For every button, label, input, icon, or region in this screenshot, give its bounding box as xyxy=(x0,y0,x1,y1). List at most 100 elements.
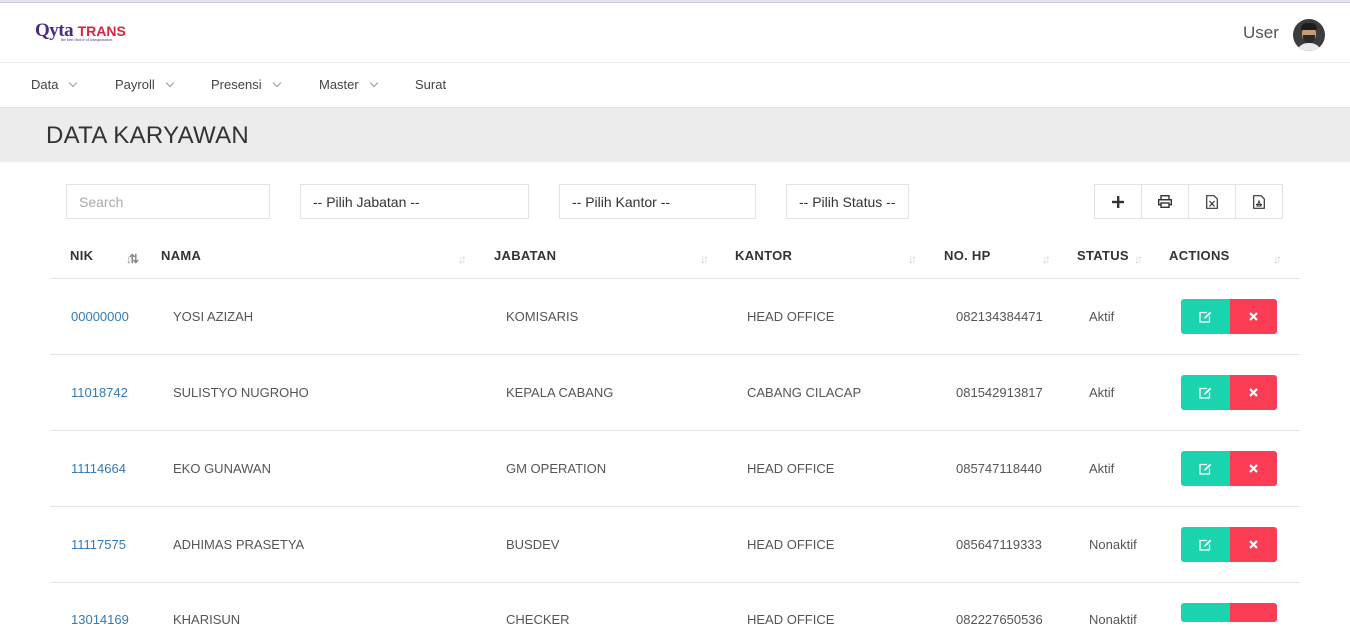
column-header-kantor[interactable]: KANTOR xyxy=(735,248,792,263)
nav-item-payroll[interactable]: Payroll xyxy=(115,77,174,92)
user-avatar[interactable] xyxy=(1293,19,1325,51)
edit-button[interactable] xyxy=(1181,527,1230,562)
kantor-select[interactable]: -- Pilih Kantor -- xyxy=(559,184,756,219)
sort-icon[interactable]: ↓↑ xyxy=(1273,252,1282,266)
nik-link[interactable]: 13014169 xyxy=(71,612,129,627)
jabatan-cell: GM OPERATION xyxy=(506,461,607,476)
delete-button[interactable] xyxy=(1230,527,1277,562)
column-header-nik[interactable]: NIK xyxy=(70,248,93,263)
kantor-cell: HEAD OFFICE xyxy=(747,309,835,324)
edit-icon xyxy=(1199,387,1212,399)
jabatan-cell: BUSDEV xyxy=(506,537,560,552)
status-cell: Nonaktif xyxy=(1089,537,1137,552)
column-header-status[interactable]: STATUS xyxy=(1077,248,1129,263)
hp-cell: 081542913817 xyxy=(956,385,1043,400)
hp-cell: 085647119333 xyxy=(956,537,1042,552)
status-cell: Aktif xyxy=(1089,385,1115,400)
chevron-down-icon xyxy=(369,78,378,88)
plus-icon xyxy=(1112,195,1124,208)
delete-button[interactable] xyxy=(1230,451,1277,486)
kantor-cell: CABANG CILACAP xyxy=(747,385,862,400)
nav-item-presensi[interactable]: Presensi xyxy=(211,77,281,92)
sort-icon[interactable]: ↓↑ xyxy=(458,252,467,266)
sort-icon[interactable]: ↓↑ xyxy=(700,252,709,266)
column-header-nama[interactable]: NAMA xyxy=(161,248,201,263)
kantor-cell: HEAD OFFICE xyxy=(747,537,835,552)
table-toolbar xyxy=(1094,184,1283,219)
sort-asc-icon[interactable]: ↓⇅ xyxy=(126,252,139,266)
page-title: DATA KARYAWAN xyxy=(46,122,250,149)
jabatan-cell: KEPALA CABANG xyxy=(506,385,614,400)
edit-icon xyxy=(1199,539,1212,551)
sort-icon[interactable]: ↓↑ xyxy=(1134,252,1143,266)
status-select[interactable]: -- Pilih Status -- xyxy=(786,184,909,219)
jabatan-cell: CHECKER xyxy=(506,612,570,627)
status-cell: Aktif xyxy=(1089,309,1115,324)
nav-item-label: Data xyxy=(31,77,59,92)
nama-cell: EKO GUNAWAN xyxy=(173,461,271,476)
nav-item-label: Payroll xyxy=(115,77,155,92)
add-button[interactable] xyxy=(1094,184,1142,219)
nav-item-label: Surat xyxy=(415,77,447,92)
column-header-jabatan[interactable]: JABATAN xyxy=(494,248,556,263)
row-divider xyxy=(50,354,1300,355)
print-button[interactable] xyxy=(1141,184,1189,219)
delete-button[interactable] xyxy=(1230,603,1277,622)
hp-cell: 085747118440 xyxy=(956,461,1042,476)
close-icon xyxy=(1249,388,1258,397)
nik-link[interactable]: 11117575 xyxy=(71,537,126,552)
close-icon xyxy=(1249,312,1258,321)
status-cell: Aktif xyxy=(1089,461,1115,476)
nik-link[interactable]: 11018742 xyxy=(71,385,128,400)
brand-tagline: the best choice of transportation xyxy=(61,37,113,42)
hp-cell: 082227650536 xyxy=(956,612,1043,627)
row-divider xyxy=(50,506,1300,507)
edit-icon xyxy=(1199,311,1212,323)
app-header: Qyta TRANS the best choice of transporta… xyxy=(0,3,1350,63)
main-nav: Data Payroll Presensi Master Surat xyxy=(0,63,1350,108)
user-menu-label[interactable]: User xyxy=(1243,23,1279,43)
kantor-cell: HEAD OFFICE xyxy=(747,612,835,627)
nik-link[interactable]: 11114664 xyxy=(71,461,126,476)
sort-icon[interactable]: ↓↑ xyxy=(1042,252,1051,266)
hp-cell: 082134384471 xyxy=(956,309,1043,324)
edit-button[interactable] xyxy=(1181,375,1230,410)
kantor-cell: HEAD OFFICE xyxy=(747,461,835,476)
close-icon xyxy=(1249,464,1258,473)
search-input[interactable]: Search xyxy=(66,184,270,219)
sort-icon[interactable]: ↓↑ xyxy=(908,252,917,266)
column-header-actions[interactable]: ACTIONS xyxy=(1169,248,1230,263)
print-icon xyxy=(1158,195,1172,208)
row-divider xyxy=(50,582,1300,583)
edit-button[interactable] xyxy=(1181,299,1230,334)
jabatan-cell: KOMISARIS xyxy=(506,309,579,324)
edit-button[interactable] xyxy=(1181,451,1230,486)
status-cell: Nonaktif xyxy=(1089,612,1137,627)
chevron-down-icon xyxy=(272,78,281,88)
pdf-icon xyxy=(1253,194,1265,209)
nik-link[interactable]: 00000000 xyxy=(71,309,129,324)
delete-button[interactable] xyxy=(1230,375,1277,410)
close-icon xyxy=(1249,540,1258,549)
excel-icon xyxy=(1206,194,1218,209)
page-header: DATA KARYAWAN xyxy=(0,108,1350,162)
brand-logo[interactable]: Qyta TRANS the best choice of transporta… xyxy=(35,20,145,48)
nama-cell: YOSI AZIZAH xyxy=(173,309,254,324)
delete-button[interactable] xyxy=(1230,299,1277,334)
nama-cell: KHARISUN xyxy=(173,612,241,627)
column-header-no-hp[interactable]: NO. HP xyxy=(944,248,991,263)
nama-cell: ADHIMAS PRASETYA xyxy=(173,537,305,552)
chevron-down-icon xyxy=(165,78,174,88)
header-divider xyxy=(50,278,1300,279)
nav-item-surat[interactable]: Surat xyxy=(415,77,446,92)
chevron-down-icon xyxy=(69,78,78,88)
nav-item-data[interactable]: Data xyxy=(31,77,78,92)
export-pdf-button[interactable] xyxy=(1235,184,1283,219)
edit-button[interactable] xyxy=(1181,603,1230,622)
nav-item-master[interactable]: Master xyxy=(319,77,378,92)
nav-item-label: Presensi xyxy=(211,77,262,92)
nav-item-label: Master xyxy=(319,77,359,92)
jabatan-select[interactable]: -- Pilih Jabatan -- xyxy=(300,184,529,219)
export-excel-button[interactable] xyxy=(1188,184,1236,219)
edit-icon xyxy=(1199,463,1212,475)
